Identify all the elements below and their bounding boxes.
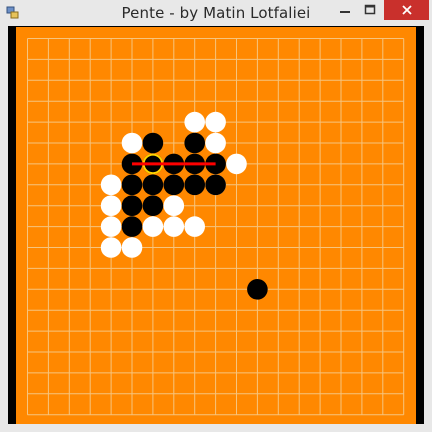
board-grid <box>27 38 405 416</box>
close-button[interactable] <box>384 0 429 20</box>
white-stone <box>205 111 226 133</box>
white-stone <box>100 195 122 216</box>
app-window: Pente - by Matin Lotfaliei <box>0 0 432 432</box>
close-icon <box>401 5 412 15</box>
white-stone <box>205 132 226 154</box>
white-stone <box>184 216 205 237</box>
window-frame-bottom <box>0 424 432 432</box>
black-stone <box>142 174 164 196</box>
white-stone <box>163 195 185 216</box>
black-stone <box>184 174 205 196</box>
black-stone <box>184 132 205 154</box>
board-canvas[interactable] <box>16 27 416 424</box>
black-stone <box>121 174 143 196</box>
white-stone <box>184 111 205 133</box>
white-stone <box>100 216 122 237</box>
title-bar[interactable]: Pente - by Matin Lotfaliei <box>0 0 432 26</box>
white-stone <box>226 153 247 175</box>
white-stone <box>163 216 185 237</box>
black-stone <box>247 279 268 300</box>
game-board[interactable] <box>16 27 416 424</box>
black-stone <box>142 132 164 154</box>
white-stone <box>121 237 143 258</box>
black-stone <box>205 174 226 196</box>
minimize-icon <box>340 11 350 13</box>
maximize-button[interactable] <box>357 0 382 20</box>
white-stone <box>100 237 122 258</box>
black-stone <box>163 174 185 196</box>
black-stone <box>121 216 143 237</box>
white-stone <box>100 174 122 196</box>
black-stone <box>142 195 164 216</box>
white-stone <box>121 132 143 154</box>
black-stone <box>121 195 143 216</box>
maximize-icon <box>364 4 375 15</box>
window-frame-right <box>424 26 432 432</box>
white-stone <box>142 216 164 237</box>
minimize-button[interactable] <box>334 0 356 20</box>
window-frame-left <box>0 26 8 432</box>
